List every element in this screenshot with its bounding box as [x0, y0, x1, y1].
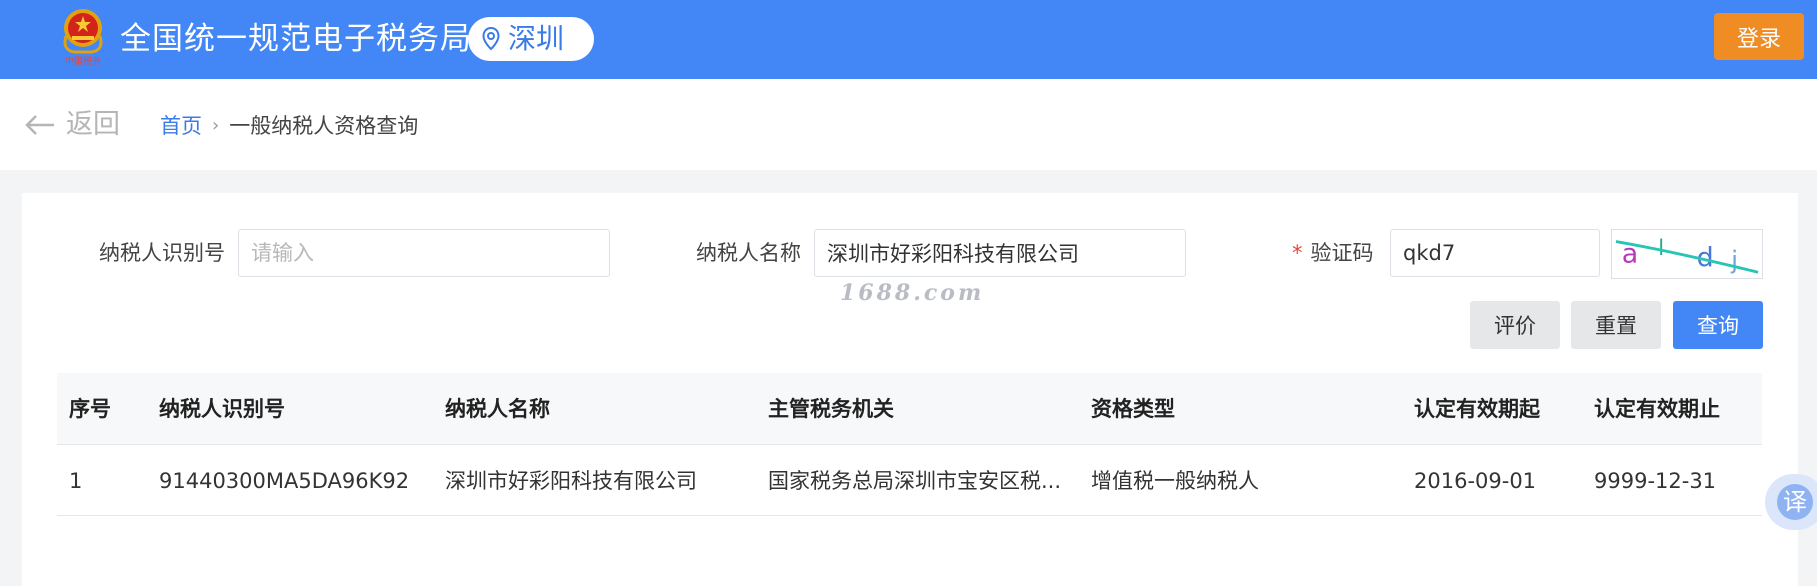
captcha-image[interactable]: a l d j: [1611, 229, 1763, 279]
column-header: 纳税人识别号: [159, 397, 285, 421]
breadcrumb-bar: 返回 首页 › 一般纳税人资格查询: [0, 79, 1817, 170]
table-header: 序号 纳税人识别号 纳税人名称 主管税务机关 资格类型 认定有效期起 认定有效期…: [57, 373, 1762, 445]
back-label: 返回: [66, 109, 120, 140]
column-header: 认定有效期止: [1594, 397, 1720, 421]
back-button[interactable]: 返回: [24, 105, 120, 145]
taxpayer-id-label: 纳税人识别号: [99, 241, 225, 265]
login-button[interactable]: 登录: [1714, 13, 1804, 60]
required-mark: *: [1292, 241, 1303, 265]
location-pin-icon: [482, 27, 500, 51]
city-label: 深圳: [508, 22, 565, 55]
column-header: 序号: [69, 397, 111, 421]
evaluate-button[interactable]: 评价: [1470, 301, 1560, 349]
query-button[interactable]: 查询: [1673, 301, 1763, 349]
translate-icon: 译: [1777, 484, 1813, 520]
column-header: 资格类型: [1091, 397, 1175, 421]
table-cell: 91440300MA5DA96K92: [159, 469, 410, 493]
svg-text:中国税务: 中国税务: [65, 55, 101, 67]
breadcrumb-current: 一般纳税人资格查询: [229, 114, 419, 138]
table-cell: 增值税一般纳税人: [1091, 469, 1259, 493]
captcha-label-group: * 验证码: [1292, 238, 1374, 268]
table-cell: 1: [69, 469, 83, 493]
taxpayer-id-input[interactable]: [238, 229, 610, 277]
top-header: 中国税务 全国统一规范电子税务局 深圳 登录: [0, 0, 1817, 79]
arrow-left-icon: [25, 115, 54, 135]
column-header: 主管税务机关: [768, 397, 894, 421]
column-header: 纳税人名称: [445, 397, 550, 421]
translate-button[interactable]: 译: [1765, 474, 1817, 530]
city-selector[interactable]: 深圳: [468, 17, 594, 61]
captcha-input[interactable]: [1390, 229, 1600, 277]
taxpayer-name-input[interactable]: [814, 229, 1186, 277]
reset-button[interactable]: 重置: [1571, 301, 1661, 349]
breadcrumb-home-link[interactable]: 首页: [160, 109, 202, 143]
table-cell: 国家税务总局深圳市宝安区税...: [768, 469, 1062, 493]
table-cell: 2016-09-01: [1414, 469, 1537, 493]
breadcrumb: 首页 › 一般纳税人资格查询: [160, 109, 418, 143]
column-header: 认定有效期起: [1414, 397, 1540, 421]
chevron-right-icon: ›: [212, 115, 220, 136]
svg-text:j: j: [1730, 245, 1738, 274]
watermark-text: 1688.com: [840, 280, 985, 306]
svg-text:l: l: [1658, 235, 1664, 260]
taxpayer-name-label: 纳税人名称: [696, 241, 801, 265]
table-cell: 深圳市好彩阳科技有限公司: [445, 469, 697, 493]
captcha-label: 验证码: [1310, 241, 1374, 265]
national-emblem-icon: 中国税务: [60, 9, 106, 67]
table-cell: 9999-12-31: [1594, 469, 1717, 493]
table-row: 1 91440300MA5DA96K92 深圳市好彩阳科技有限公司 国家税务总局…: [57, 446, 1762, 516]
site-title: 全国统一规范电子税务局: [120, 21, 472, 57]
